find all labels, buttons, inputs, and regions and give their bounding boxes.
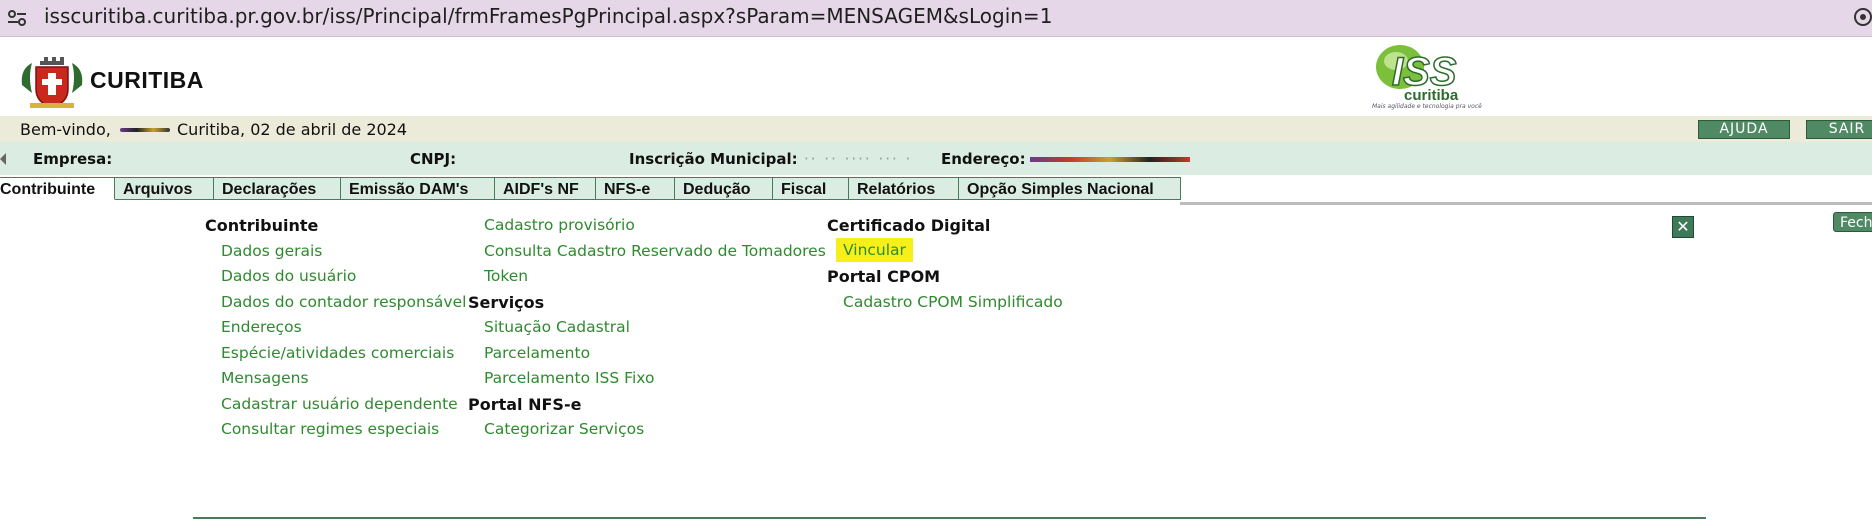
exit-button[interactable]: SAIR	[1806, 120, 1872, 139]
iss-tagline: Mais agilidade e tecnologia pra você	[1372, 103, 1482, 110]
menu-link-situacao-cadastral[interactable]: Situação Cadastral	[484, 318, 630, 336]
tab-relatorios[interactable]: Relatórios	[849, 177, 959, 200]
close-menu-button[interactable]: ✕	[1672, 216, 1694, 238]
menu-bottom-border	[193, 517, 1706, 519]
tab-fiscal[interactable]: Fiscal	[773, 177, 849, 200]
city-name: CURITIBA	[90, 67, 204, 93]
tab-emissao-dam[interactable]: Emissão DAM's	[341, 177, 495, 200]
tab-opcao-simples-nacional[interactable]: Opção Simples Nacional	[959, 177, 1181, 200]
menu-link-categorizar-servicos[interactable]: Categorizar Serviços	[484, 420, 644, 438]
menu-link-enderecos[interactable]: Endereços	[221, 318, 302, 336]
menu-link-token[interactable]: Token	[484, 267, 528, 285]
site-settings-icon[interactable]	[6, 7, 28, 29]
page-header: CURITIBA ISS curitiba Mais agilidade e t…	[0, 37, 1872, 116]
collapse-arrow-icon[interactable]	[0, 153, 6, 165]
menu-link-mensagens[interactable]: Mensagens	[221, 369, 309, 387]
menu-link-dados-gerais[interactable]: Dados gerais	[221, 242, 322, 260]
menu-link-cadastrar-usuario-dependente[interactable]: Cadastrar usuário dependente	[221, 395, 458, 413]
welcome-label: Bem-vindo,	[20, 120, 111, 139]
company-info-bar: Empresa: CNPJ: Inscrição Municipal: ·· ·…	[0, 142, 1872, 175]
menu-link-dados-contador[interactable]: Dados do contador responsável	[221, 293, 466, 311]
redacted-address	[1030, 157, 1190, 162]
menu-link-consulta-cadastro-tomadores[interactable]: Consulta Cadastro Reservado de Tomadores	[484, 242, 826, 260]
tab-declaracoes[interactable]: Declarações	[214, 177, 341, 200]
url-text[interactable]: isscuritiba.curitiba.pr.gov.br/iss/Princ…	[44, 4, 1052, 28]
menu-heading-certificado-digital: Certificado Digital	[827, 216, 991, 235]
browser-address-bar[interactable]: isscuritiba.curitiba.pr.gov.br/iss/Princ…	[0, 0, 1872, 37]
tab-nfs-e[interactable]: NFS-e	[596, 177, 675, 200]
menu-heading-servicos: Serviços	[468, 293, 545, 312]
menu-heading-portal-nfse: Portal NFS-e	[468, 395, 582, 414]
curitiba-crest-logo	[21, 57, 83, 108]
tab-arquivos[interactable]: Arquivos	[115, 177, 214, 200]
help-button[interactable]: AJUDA	[1698, 120, 1790, 139]
tab-contribuinte[interactable]: Contribuinte	[0, 177, 115, 200]
menu-link-parcelamento[interactable]: Parcelamento	[484, 344, 590, 362]
menu-link-consultar-regimes[interactable]: Consultar regimes especiais	[221, 420, 439, 438]
empresa-label: Empresa:	[33, 150, 113, 168]
menu-link-dados-usuario[interactable]: Dados do usuário	[221, 267, 356, 285]
tab-baseline	[1180, 202, 1705, 205]
endereco-label: Endereço:	[941, 150, 1026, 168]
fechar-button[interactable]: Fechar	[1833, 212, 1872, 232]
iss-logo-subtext: curitiba	[1404, 87, 1459, 104]
current-date: Curitiba, 02 de abril de 2024	[177, 120, 408, 139]
redacted-user-name	[120, 128, 170, 132]
inscricao-municipal-label: Inscrição Municipal:	[629, 150, 798, 168]
menu-link-cadastro-provisorio[interactable]: Cadastro provisório	[484, 216, 635, 234]
menu-link-cadastro-cpom-simplificado[interactable]: Cadastro CPOM Simplificado	[843, 293, 1063, 311]
tab-baseline-right	[1705, 202, 1872, 205]
menu-heading-contribuinte: Contribuinte	[205, 216, 319, 235]
tab-aidf-nf[interactable]: AIDF's NF	[495, 177, 596, 200]
cnpj-label: CNPJ:	[410, 150, 457, 168]
welcome-bar: Bem-vindo, Curitiba, 02 de abril de 2024	[0, 116, 1872, 142]
menu-link-especie-atividades[interactable]: Espécie/atividades comerciais	[221, 344, 454, 362]
browser-extension-icon[interactable]	[1852, 6, 1872, 28]
menu-link-vincular[interactable]: Vincular	[836, 238, 913, 262]
main-tabs: Contribuinte Arquivos Declarações Emissã…	[0, 177, 1181, 201]
inscricao-municipal-value: ·· ·· ···· ··· ·	[804, 150, 913, 168]
tab-deducao[interactable]: Dedução	[675, 177, 773, 200]
menu-heading-portal-cpom: Portal CPOM	[827, 267, 941, 286]
menu-link-parcelamento-iss-fixo[interactable]: Parcelamento ISS Fixo	[484, 369, 654, 387]
